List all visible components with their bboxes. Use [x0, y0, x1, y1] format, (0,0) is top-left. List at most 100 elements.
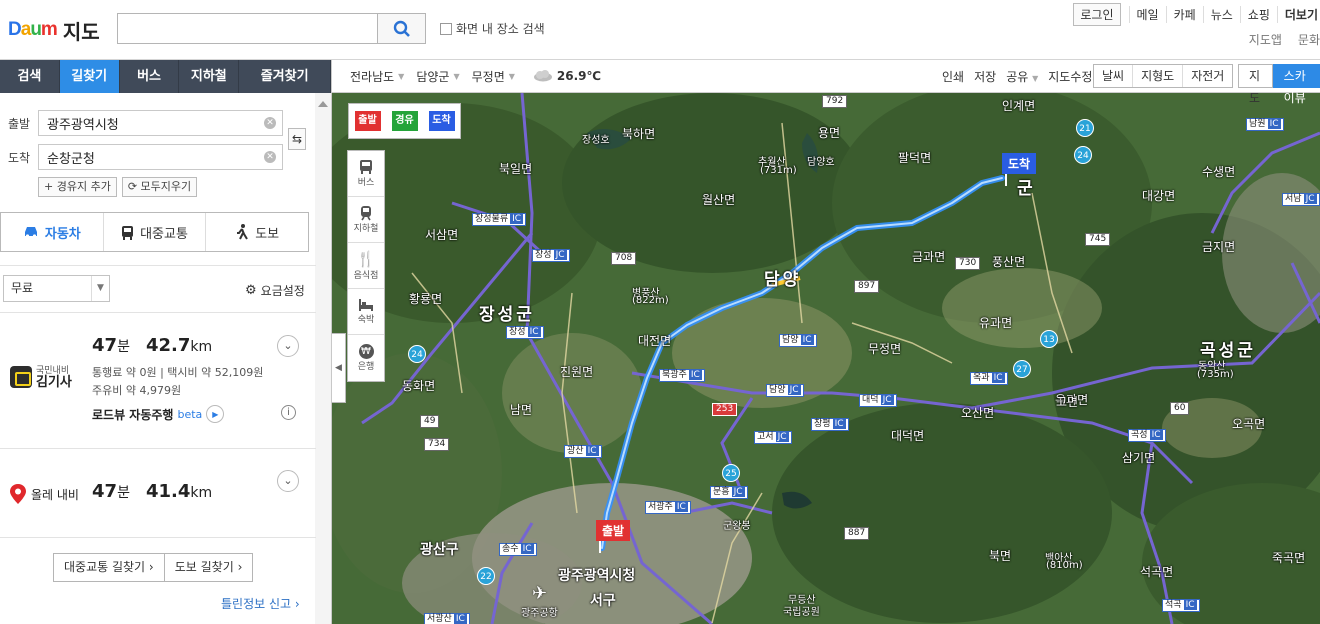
- start-flag-button[interactable]: 출발: [354, 111, 381, 131]
- clear-all-button[interactable]: ⟳ 모두지우기: [121, 177, 198, 197]
- fee-setting-button[interactable]: ⚙ 요금설정: [245, 282, 305, 299]
- poi-bank-button[interactable]: ₩ 은행: [348, 335, 384, 381]
- crumb-county[interactable]: 담양군: [416, 68, 449, 85]
- map-type-skyview[interactable]: 스카이뷰: [1272, 64, 1320, 105]
- label-gwangju-cityhall: 광주광역시청: [558, 568, 636, 584]
- roadview-autodrive[interactable]: 로드뷰 자동주행 beta ▶: [92, 405, 225, 423]
- panel-collapse-toggle[interactable]: ◀: [332, 333, 346, 403]
- map-overlay-toggles: 날씨 지형도 자전거: [1093, 64, 1234, 88]
- share-button[interactable]: 공유 ▼: [1006, 68, 1038, 85]
- culture-link[interactable]: 문화: [1290, 31, 1320, 48]
- clear-destination-icon[interactable]: ✕: [264, 151, 276, 163]
- poi-subway-button[interactable]: 지하철: [348, 197, 384, 243]
- cloud-icon: [533, 70, 552, 82]
- transit-directions-button[interactable]: 대중교통 길찾기 ›: [53, 553, 165, 582]
- map-type-normal[interactable]: 지도: [1238, 64, 1273, 105]
- poi-toolbar: 버스 지하철 🍴 음식점 숙박 ₩ 은행: [347, 150, 385, 382]
- route-shield: 13: [1040, 330, 1058, 348]
- kimgisa-brand: 국민내비 김기사: [10, 366, 72, 389]
- arrive-marker[interactable]: 도착: [1002, 153, 1037, 186]
- area-search-checkbox[interactable]: [440, 22, 452, 35]
- fare-info-1: 통행료 약 0원 | 택시비 약 52,109원: [92, 366, 264, 379]
- label-daedeokmyeon: 대덕면: [891, 429, 925, 443]
- terrain-toggle[interactable]: 지형도: [1133, 65, 1184, 87]
- map-tools: 인쇄 저장 공유 ▼ 지도수정: [942, 68, 1092, 85]
- route-shield: 734: [424, 438, 450, 451]
- label-yugwamyeon: 유과면: [979, 316, 1013, 330]
- waypoint-flag-button[interactable]: 경유: [391, 111, 418, 131]
- mode-transit[interactable]: 대중교통: [104, 213, 207, 251]
- label-donghwamyeon: 동화면: [402, 379, 436, 393]
- brand-name: 올레 내비: [31, 487, 79, 502]
- destination-input[interactable]: 순창군청 ✕: [38, 144, 283, 170]
- label-hwangryongmyeon: 황룡면: [409, 292, 443, 306]
- poi-bus-button[interactable]: 버스: [348, 151, 384, 197]
- tab-favorites[interactable]: 즐겨찾기: [239, 60, 331, 93]
- gnb-cafe[interactable]: 카페: [1165, 6, 1203, 23]
- tab-directions[interactable]: 길찾기: [59, 60, 120, 93]
- weather-info[interactable]: 26.9℃: [533, 69, 601, 83]
- origin-input[interactable]: 광주광역시청 ✕: [38, 110, 283, 136]
- label-jangseongho: 장성호: [582, 135, 610, 146]
- label-daegangmyeon: 대강면: [1142, 189, 1176, 203]
- ic-label: 장성 IC: [506, 326, 544, 339]
- crumb-province[interactable]: 전라남도: [350, 68, 394, 85]
- label-damyang: 담양: [764, 270, 802, 290]
- label-seosammyeon: 서삼면: [425, 228, 459, 242]
- weather-toggle[interactable]: 날씨: [1094, 65, 1134, 87]
- start-marker[interactable]: 출발: [596, 520, 631, 553]
- route-result-kimgisa[interactable]: 국민내비 김기사 47분 42.7km 통행료 약 0원 | 택시비 약 52,…: [0, 313, 316, 448]
- gnb-shopping[interactable]: 쇼핑: [1239, 6, 1277, 23]
- arrive-flag-button[interactable]: 도착: [428, 111, 455, 131]
- route-shield: 708: [611, 252, 637, 265]
- add-waypoint-button[interactable]: + 경유지 추가: [38, 177, 117, 197]
- car-icon: [24, 227, 37, 238]
- gnb-mail[interactable]: 메일: [1128, 6, 1166, 23]
- map-canvas[interactable]: 장성군 담양 곡성군 군 광주광역시청 서구 광산구 북하면 북일면 서삼면 황…: [332, 93, 1320, 624]
- temperature: 26.9℃: [556, 69, 602, 83]
- swap-route-button[interactable]: ⇆: [288, 128, 306, 150]
- crumb-town[interactable]: 무정면: [472, 68, 505, 85]
- report-error-link[interactable]: 틀린정보 신고 ›: [221, 595, 300, 612]
- search-button[interactable]: [377, 13, 426, 44]
- bicycle-toggle[interactable]: 자전거: [1183, 65, 1232, 87]
- ic-label: 대덕 JC: [859, 394, 897, 407]
- search-input[interactable]: [118, 14, 377, 43]
- expand-result-button[interactable]: ⌄: [277, 470, 299, 492]
- kimgisa-icon: [10, 366, 32, 388]
- gnb-more[interactable]: 더보기: [1276, 6, 1320, 23]
- print-button[interactable]: 인쇄: [942, 68, 964, 85]
- walk-directions-button[interactable]: 도보 길찾기 ›: [164, 553, 254, 582]
- fare-option-select[interactable]: 무료 ▼: [3, 275, 110, 302]
- gnb-news[interactable]: 뉴스: [1202, 6, 1240, 23]
- tab-subway[interactable]: 지하철: [179, 60, 240, 93]
- area-search-toggle[interactable]: 화면 내 장소 검색: [440, 20, 545, 37]
- mode-walk[interactable]: 도보: [206, 213, 308, 251]
- panel-tabs: 검색 길찾기 버스 지하철 즐겨찾기: [0, 60, 331, 93]
- info-icon[interactable]: i: [281, 405, 296, 420]
- panel-scrollbar[interactable]: [315, 93, 331, 624]
- tab-search[interactable]: 검색: [0, 60, 60, 93]
- expand-result-button[interactable]: ⌄: [277, 335, 299, 357]
- daum-logo[interactable]: Daum 지도: [8, 16, 100, 44]
- ic-label: 담양 IC: [779, 334, 817, 347]
- divider: [0, 537, 316, 538]
- poi-restaurant-button[interactable]: 🍴 음식점: [348, 243, 384, 289]
- ic-label: 옥과 IC: [970, 372, 1008, 385]
- label-geumgwamyeon: 금과면: [912, 250, 946, 264]
- label-dongaksan-height: (735m): [1197, 369, 1234, 380]
- route-result-ollehnavi[interactable]: 올레 내비 47분 41.4km ⌄: [0, 449, 316, 537]
- tab-bus[interactable]: 버스: [120, 60, 180, 93]
- airport-icon: ✈: [532, 583, 548, 604]
- map-app-link[interactable]: 지도앱: [1241, 31, 1290, 48]
- satellite-map[interactable]: [332, 93, 1320, 624]
- mode-car[interactable]: 자동차: [1, 213, 104, 251]
- clear-origin-icon[interactable]: ✕: [264, 117, 276, 129]
- login-button[interactable]: 로그인: [1073, 3, 1121, 26]
- play-icon[interactable]: ▶: [206, 405, 225, 423]
- label-mujeongmyeon: 무정면: [868, 342, 902, 356]
- save-button[interactable]: 저장: [974, 68, 996, 85]
- edit-map-button[interactable]: 지도수정: [1048, 68, 1092, 85]
- poi-lodging-button[interactable]: 숙박: [348, 289, 384, 335]
- route-distance: 42.7km: [146, 335, 213, 356]
